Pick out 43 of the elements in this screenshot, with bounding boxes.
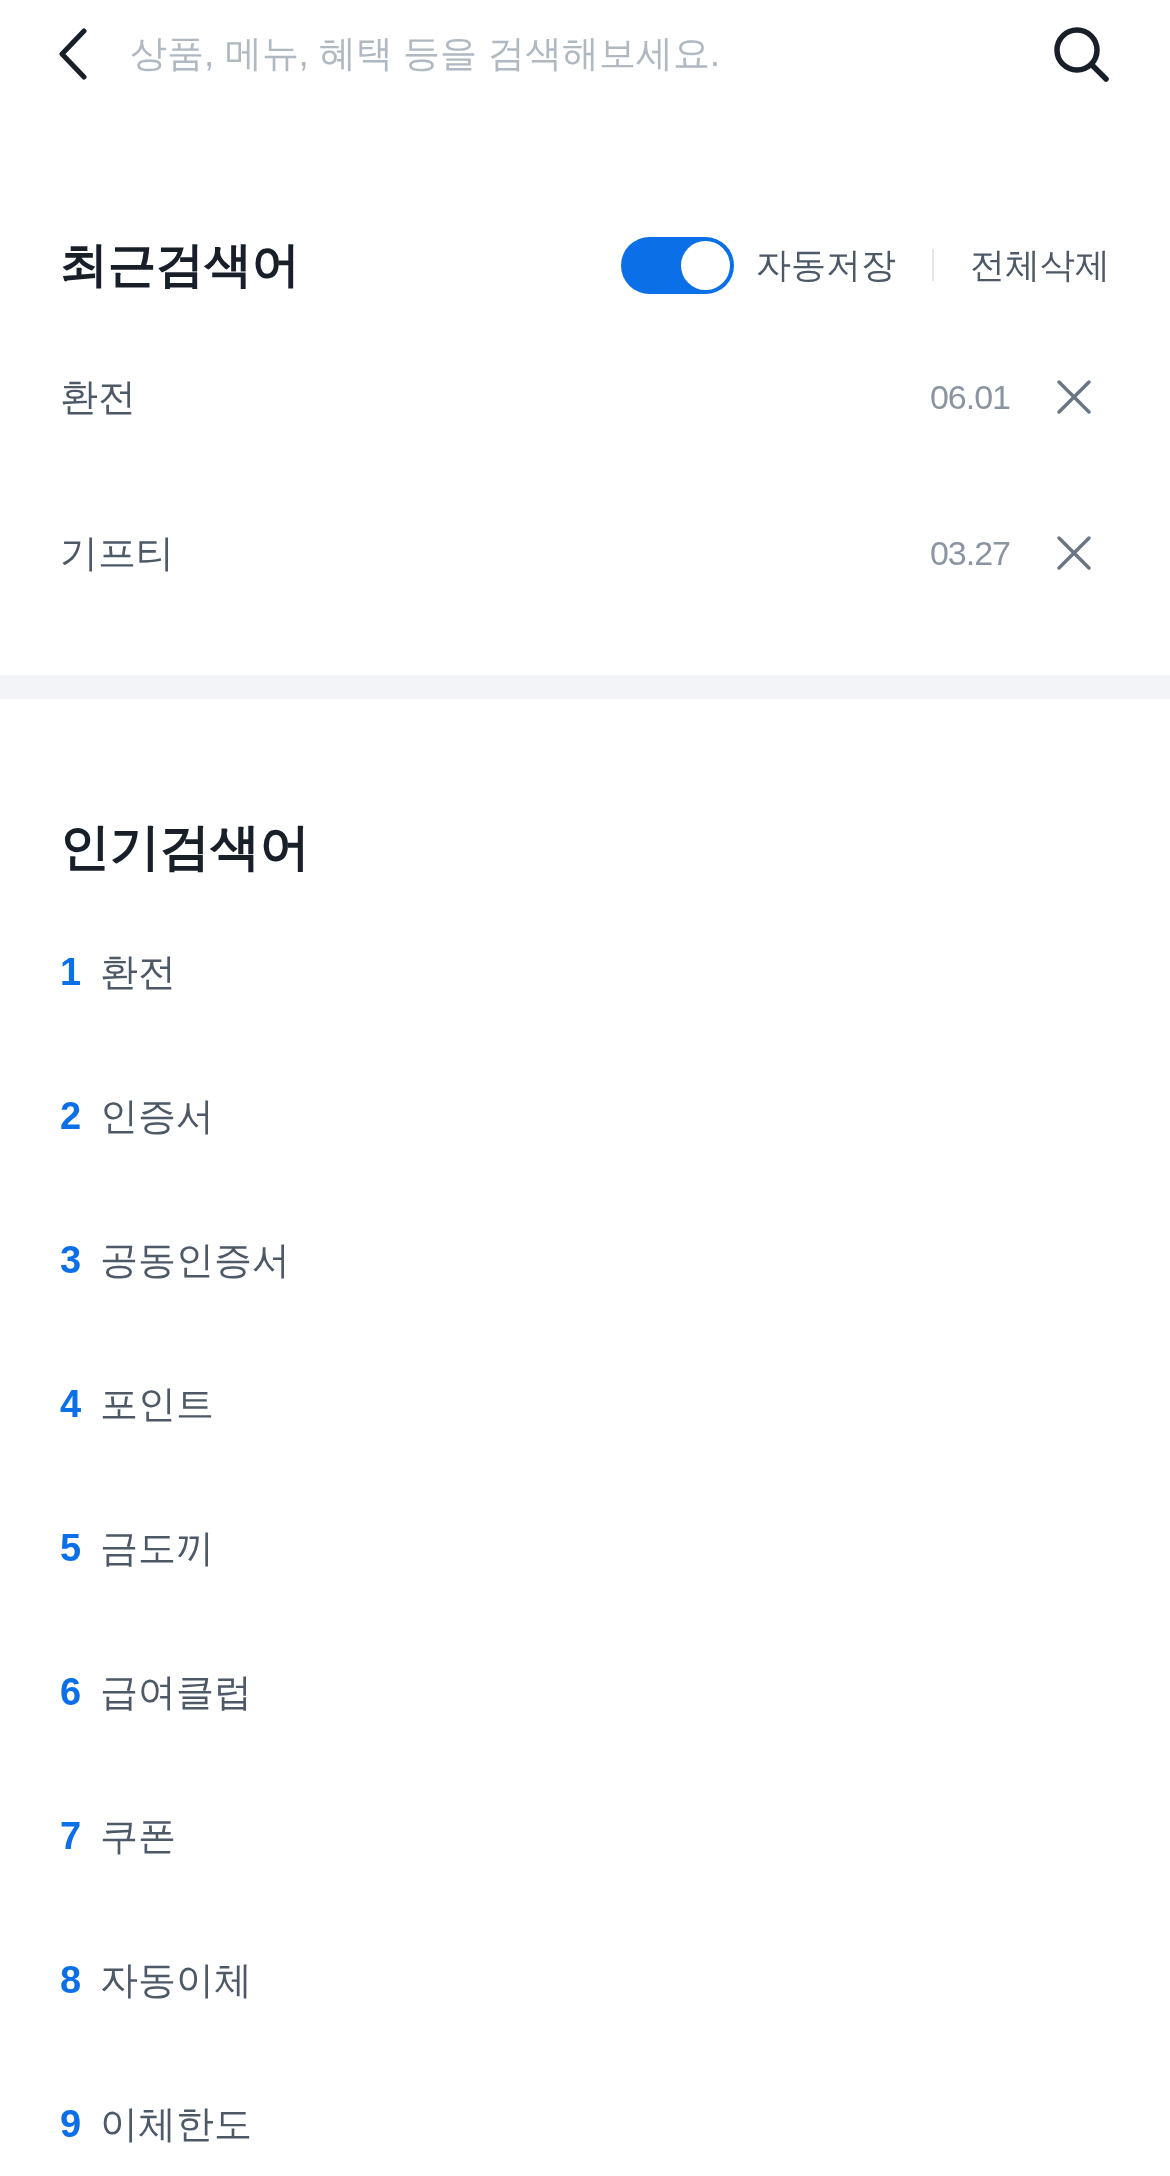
popular-search-item[interactable]: 8 자동이체 bbox=[60, 1950, 252, 2010]
close-icon bbox=[1056, 535, 1092, 571]
rank-number: 1 bbox=[60, 949, 83, 995]
search-icon[interactable] bbox=[1052, 25, 1110, 83]
delete-all-button[interactable]: 전체삭제 bbox=[970, 238, 1110, 292]
popular-search-term: 환전 bbox=[100, 949, 176, 995]
popular-search-item[interactable]: 6 급여클럽 bbox=[60, 1662, 252, 1722]
popular-search-item[interactable]: 4 포인트 bbox=[60, 1374, 214, 1434]
rank-number: 4 bbox=[60, 1381, 83, 1427]
popular-search-item[interactable]: 3 공동인증서 bbox=[60, 1230, 290, 1290]
rank-number: 8 bbox=[60, 1957, 83, 2003]
rank-number: 6 bbox=[60, 1669, 83, 1715]
search-field[interactable]: 상품, 메뉴, 혜택 등을 검색해보세요. bbox=[130, 26, 1052, 82]
popular-search-term: 급여클럽 bbox=[100, 1669, 252, 1715]
popular-search-term: 포인트 bbox=[100, 1381, 214, 1427]
auto-save-label: 자동저장 bbox=[756, 243, 896, 286]
search-date: 06.01 bbox=[929, 376, 1010, 418]
recent-search-term[interactable]: 환전 bbox=[60, 368, 136, 426]
popular-search-term: 쿠폰 bbox=[100, 1813, 176, 1859]
rank-number: 7 bbox=[60, 1813, 83, 1859]
search-date: 03.27 bbox=[929, 532, 1010, 574]
close-icon bbox=[1056, 379, 1092, 415]
popular-search-term: 공동인증서 bbox=[100, 1237, 290, 1283]
popular-search-item[interactable]: 1 환전 bbox=[60, 942, 176, 1002]
auto-save-toggle[interactable] bbox=[621, 236, 734, 294]
rank-number: 5 bbox=[60, 1525, 83, 1571]
rank-number: 3 bbox=[60, 1237, 83, 1283]
section-title: 최근검색어 bbox=[60, 241, 300, 289]
popular-search-term: 인증서 bbox=[100, 1093, 214, 1139]
popular-search-item[interactable]: 9 이체한도 bbox=[60, 2094, 252, 2154]
popular-search-term: 금도끼 bbox=[100, 1525, 214, 1571]
popular-search-item[interactable]: 5 금도끼 bbox=[60, 1518, 214, 1578]
popular-search-item[interactable]: 7 쿠폰 bbox=[60, 1806, 176, 1866]
rank-number: 9 bbox=[60, 2101, 83, 2147]
popular-search-term: 자동이체 bbox=[100, 1957, 252, 2003]
section-title: 인기검색어 bbox=[60, 818, 310, 877]
popular-search-item[interactable]: 2 인증서 bbox=[60, 1086, 214, 1146]
recent-search-term[interactable]: 기프티 bbox=[60, 524, 174, 582]
popular-search-term: 이체한도 bbox=[100, 2101, 252, 2147]
back-icon[interactable] bbox=[58, 28, 88, 80]
delete-search-button[interactable] bbox=[1054, 533, 1094, 573]
rank-number: 2 bbox=[60, 1093, 83, 1139]
delete-search-button[interactable] bbox=[1054, 377, 1094, 417]
